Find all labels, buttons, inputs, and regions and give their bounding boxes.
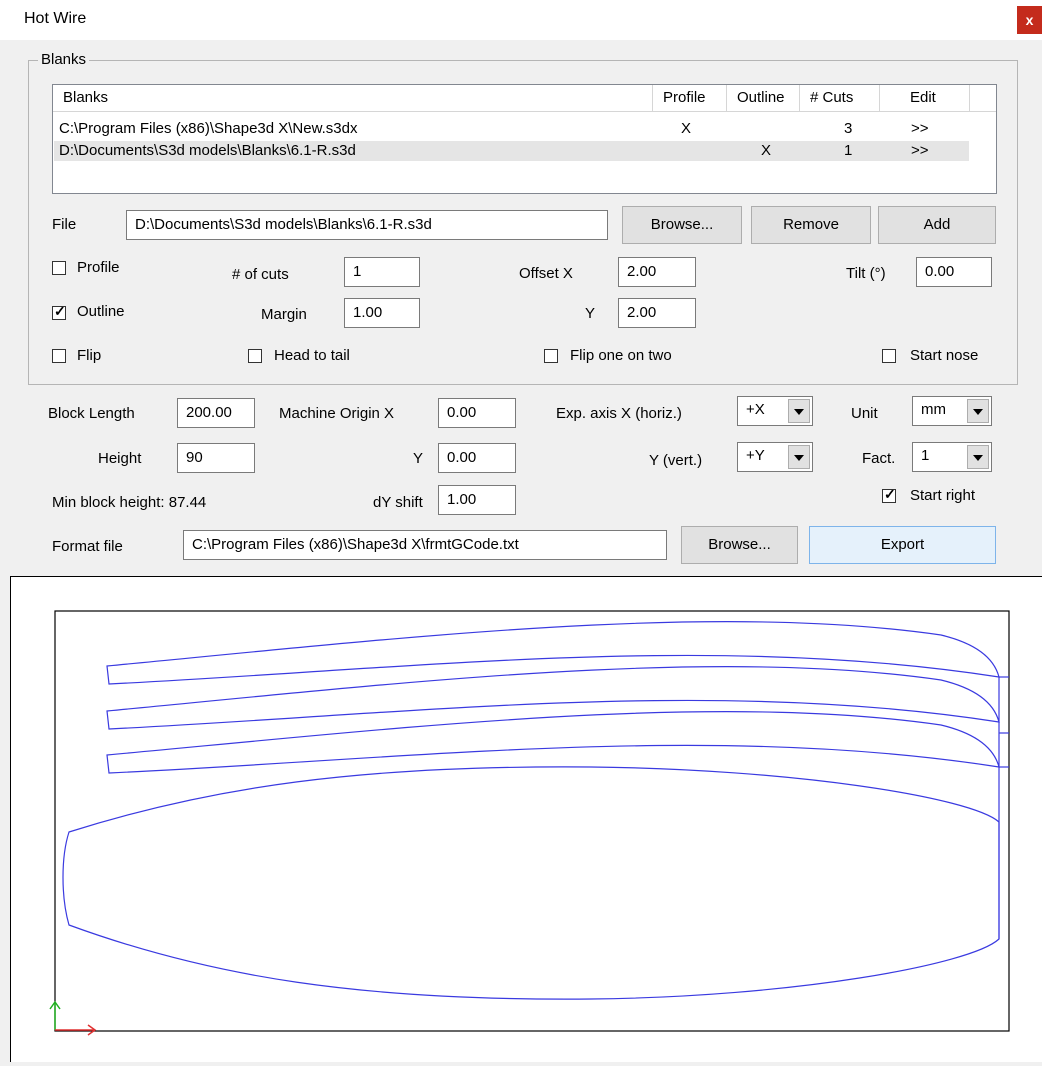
- start-nose-label: Start nose: [910, 347, 979, 364]
- blank-edit-link[interactable]: >>: [911, 141, 929, 161]
- close-button[interactable]: x: [1017, 6, 1042, 34]
- offset-y-input[interactable]: 2.00: [618, 298, 696, 328]
- window-title: Hot Wire: [24, 10, 87, 27]
- column-header-edit[interactable]: Edit: [880, 85, 970, 111]
- margin-input[interactable]: 1.00: [344, 298, 420, 328]
- chevron-down-icon[interactable]: [967, 445, 989, 469]
- head-to-tail-checkbox[interactable]: [248, 349, 262, 363]
- blank-path: D:\Documents\S3d models\Blanks\6.1-R.s3d: [59, 142, 356, 159]
- margin-label: Margin: [261, 306, 307, 323]
- list-item[interactable]: D:\Documents\S3d models\Blanks\6.1-R.s3d…: [53, 141, 970, 161]
- column-header-profile[interactable]: Profile: [653, 85, 727, 111]
- blanks-list[interactable]: Blanks Profile Outline # Cuts Edit C:\Pr…: [52, 84, 997, 194]
- cuts-input[interactable]: 1: [344, 257, 420, 287]
- browse-format-button[interactable]: Browse...: [681, 526, 798, 564]
- column-header-outline[interactable]: Outline: [727, 85, 800, 111]
- format-file-input[interactable]: C:\Program Files (x86)\Shape3d X\frmtGCo…: [183, 530, 667, 560]
- height-label: Height: [98, 450, 142, 467]
- blank-cuts: 1: [844, 142, 853, 159]
- preview-canvas[interactable]: [10, 576, 1042, 1062]
- chevron-down-icon[interactable]: [788, 445, 810, 469]
- unit-select[interactable]: mm: [912, 396, 992, 426]
- outline-checkbox[interactable]: [52, 303, 66, 320]
- profile-label: Profile: [77, 259, 120, 276]
- fact-value: 1: [921, 447, 930, 464]
- axis-indicator: [49, 1000, 97, 1036]
- tilt-label: Tilt (°): [846, 265, 886, 282]
- machine-origin-x-input[interactable]: 0.00: [438, 398, 516, 428]
- export-button[interactable]: Export: [809, 526, 996, 564]
- exp-axis-y-value: +Y: [746, 447, 765, 464]
- unit-label: Unit: [851, 405, 878, 422]
- add-button[interactable]: Add: [878, 206, 996, 244]
- start-right-label: Start right: [910, 487, 976, 504]
- exp-axis-x-select[interactable]: +X: [737, 396, 813, 426]
- blank-path: C:\Program Files (x86)\Shape3d X\New.s3d…: [59, 120, 358, 137]
- fact-label: Fact.: [862, 450, 896, 467]
- profile-checkbox[interactable]: [52, 261, 66, 275]
- title-bar: Hot Wire x: [0, 0, 1042, 40]
- blank-outline-mark: X: [761, 142, 772, 159]
- format-file-label: Format file: [52, 538, 123, 555]
- exp-axis-y-label: Y (vert.): [649, 452, 703, 469]
- column-header-cuts[interactable]: # Cuts: [800, 85, 880, 111]
- tilt-input[interactable]: 0.00: [916, 257, 992, 287]
- flip-checkbox[interactable]: [52, 349, 66, 363]
- preview-drawing: [49, 610, 1010, 1036]
- file-label: File: [52, 216, 77, 233]
- exp-axis-y-select[interactable]: +Y: [737, 442, 813, 472]
- blank-cuts: 3: [844, 120, 853, 137]
- list-item[interactable]: C:\Program Files (x86)\Shape3d X\New.s3d…: [53, 119, 970, 139]
- fact-select[interactable]: 1: [912, 442, 992, 472]
- machine-origin-y-label: Y: [413, 450, 424, 467]
- cuts-label: # of cuts: [232, 266, 289, 283]
- outline-shape: [62, 766, 1000, 1000]
- machine-origin-y-input[interactable]: 0.00: [438, 443, 516, 473]
- blanks-list-header: Blanks Profile Outline # Cuts Edit: [53, 85, 996, 112]
- outline-label: Outline: [77, 303, 125, 320]
- dy-shift-input[interactable]: 1.00: [438, 485, 516, 515]
- machine-origin-x-label: Machine Origin X: [279, 405, 395, 422]
- height-input[interactable]: 90: [177, 443, 255, 473]
- offset-x-label: Offset X: [519, 265, 573, 282]
- blank-edit-link[interactable]: >>: [911, 119, 929, 139]
- block-length-input[interactable]: 200.00: [177, 398, 255, 428]
- cut-strip-1: [106, 621, 1000, 685]
- browse-blank-button[interactable]: Browse...: [622, 206, 742, 244]
- column-header-blanks[interactable]: Blanks: [53, 85, 653, 111]
- chevron-down-icon[interactable]: [788, 399, 810, 423]
- blanks-group-legend: Blanks: [38, 51, 90, 68]
- start-nose-checkbox[interactable]: [882, 349, 896, 363]
- remove-button[interactable]: Remove: [751, 206, 871, 244]
- flip-one-on-two-checkbox[interactable]: [544, 349, 558, 363]
- min-block-height-text: Min block height: 87.44: [52, 494, 207, 511]
- dy-shift-label: dY shift: [373, 494, 423, 511]
- offset-y-label: Y: [585, 305, 596, 322]
- head-to-tail-label: Head to tail: [274, 347, 350, 364]
- chevron-down-icon[interactable]: [967, 399, 989, 423]
- offset-x-input[interactable]: 2.00: [618, 257, 696, 287]
- exp-axis-x-value: +X: [746, 401, 765, 418]
- file-path-input[interactable]: D:\Documents\S3d models\Blanks\6.1-R.s3d: [126, 210, 608, 240]
- block-length-label: Block Length: [48, 405, 135, 422]
- blank-profile-mark: X: [681, 120, 692, 137]
- flip-label: Flip: [77, 347, 102, 364]
- flip-one-on-two-label: Flip one on two: [570, 347, 672, 364]
- exp-axis-x-label: Exp. axis X (horiz.): [556, 405, 682, 422]
- unit-value: mm: [921, 401, 946, 418]
- start-right-checkbox[interactable]: [882, 486, 896, 503]
